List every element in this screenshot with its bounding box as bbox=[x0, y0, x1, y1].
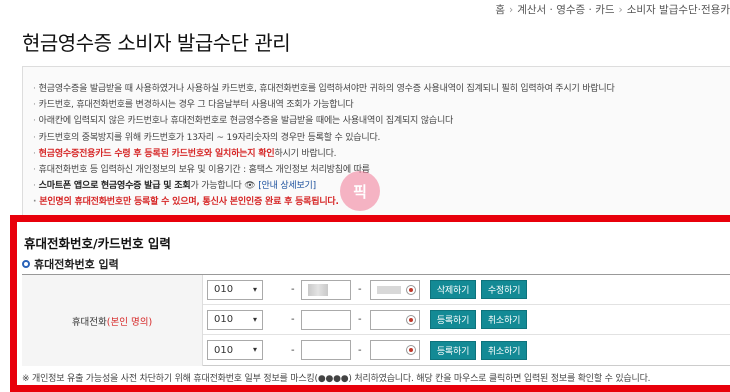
dash-separator: - bbox=[291, 284, 295, 295]
breadcrumb-separator: › bbox=[618, 3, 623, 16]
phone-middle-field[interactable] bbox=[301, 340, 351, 360]
notice-item-card-check: · 현금영수증전용카드 수령 후 등록된 카드번호와 일치하는지 확인하시기 바랍… bbox=[33, 148, 337, 159]
delete-button[interactable]: 삭제하기 bbox=[430, 280, 476, 299]
show-value-icon[interactable] bbox=[406, 314, 416, 325]
masked-value bbox=[377, 285, 401, 294]
register-button[interactable]: 등록하기 bbox=[430, 310, 476, 329]
masking-footnote: ※ 개인정보 유출 가능성을 사전 차단하기 위해 휴대전화번호 일부 정보를 … bbox=[22, 374, 651, 384]
pick-badge: 픽 bbox=[340, 171, 380, 211]
edit-button[interactable]: 수정하기 bbox=[481, 280, 527, 299]
chevron-down-icon: ▾ bbox=[252, 345, 257, 354]
chevron-down-icon: ▾ bbox=[252, 284, 257, 294]
notice-item: · 카드번호, 휴대전화번호를 변경하시는 경우 그 다음날부터 사용내역 조회가… bbox=[33, 100, 354, 111]
masked-value bbox=[308, 283, 328, 296]
notice-item-app: · 스마트폰 앱으로 현금영수증 발급 및 조회가 가능합니다 👁 [안내 상세보… bbox=[33, 181, 316, 192]
cancel-button[interactable]: 취소하기 bbox=[481, 310, 527, 329]
chevron-down-icon: ▾ bbox=[252, 314, 257, 324]
phone-middle-field[interactable] bbox=[301, 309, 351, 330]
notice-list: · 현금영수증을 발급받을 때 사용하였거나 사용하실 카드번호, 휴대전화번호를… bbox=[33, 81, 730, 211]
eye-icon: 👁 bbox=[244, 181, 256, 192]
show-value-icon[interactable] bbox=[406, 345, 416, 355]
area-code-select[interactable]: 010 ▾ bbox=[207, 340, 263, 360]
notice-item: · 아래칸에 입력되지 않은 카드번호나 휴대전화번호로 현금영수증을 발급받을 … bbox=[33, 116, 454, 127]
phone-input-table: 휴대전화 (본인 명의) 010 ▾ - - 삭제하기 수정하기 010 ▾ - - … bbox=[22, 274, 730, 366]
notice-item: · 카드번호의 중복방지를 위해 카드번호가 13자리 ~ 19자리숫자의 경우만… bbox=[33, 132, 381, 143]
phone-row: 010 ▾ - - 삭제하기 수정하기 bbox=[203, 275, 730, 305]
notice-item: · 현금영수증을 발급받을 때 사용하였거나 사용하실 카드번호, 휴대전화번호를… bbox=[33, 84, 615, 94]
notice-item-privacy: · 휴대전화번호 등 입력하신 개인정보의 보유 및 이용기간 : 홈택스 개인정… bbox=[33, 165, 370, 176]
guide-detail-link[interactable]: [안내 상세보기] bbox=[258, 181, 316, 191]
area-code-select[interactable]: 010 ▾ bbox=[207, 309, 263, 330]
phone-last-field[interactable] bbox=[370, 279, 420, 300]
notice-item-own-phone: · 본인명의 휴대전화번호만 등록할 수 있으며, 통신사 본인인증 완료 후 등… bbox=[33, 197, 339, 208]
register-button[interactable]: 등록하기 bbox=[430, 340, 476, 360]
breadcrumb-item-receipt[interactable]: 계산서 · 영수증 · 카드 bbox=[517, 2, 614, 17]
phone-middle-field[interactable] bbox=[301, 279, 351, 300]
cancel-button[interactable]: 취소하기 bbox=[481, 340, 527, 360]
breadcrumb: 홈 › 계산서 · 영수증 · 카드 › 소비자 발급수단·전용카 bbox=[495, 2, 730, 17]
circle-bullet-icon bbox=[22, 260, 30, 268]
phone-last-field[interactable] bbox=[370, 340, 420, 360]
breadcrumb-item-current[interactable]: 소비자 발급수단·전용카 bbox=[627, 2, 730, 17]
dash-separator: - bbox=[358, 314, 362, 325]
dash-separator: - bbox=[291, 344, 295, 356]
section-title: 휴대전화번호/카드번호 입력 bbox=[24, 236, 171, 251]
phone-last-field[interactable] bbox=[370, 309, 420, 330]
phone-row: 010 ▾ - - 등록하기 취소하기 bbox=[203, 305, 730, 335]
phone-row: 010 ▾ - - 등록하기 취소하기 bbox=[203, 335, 730, 365]
phone-label-cell: 휴대전화 (본인 명의) bbox=[22, 275, 203, 366]
breadcrumb-home[interactable]: 홈 bbox=[495, 2, 505, 17]
sub-title: 휴대전화번호 입력 bbox=[22, 256, 119, 272]
dash-separator: - bbox=[358, 344, 362, 356]
area-code-select[interactable]: 010 ▾ bbox=[207, 279, 263, 300]
dash-separator: - bbox=[358, 284, 362, 295]
breadcrumb-separator: › bbox=[509, 3, 514, 16]
page-title: 현금영수증 소비자 발급수단 관리 bbox=[22, 31, 291, 55]
dash-separator: - bbox=[291, 314, 295, 325]
show-value-icon[interactable] bbox=[406, 284, 416, 295]
